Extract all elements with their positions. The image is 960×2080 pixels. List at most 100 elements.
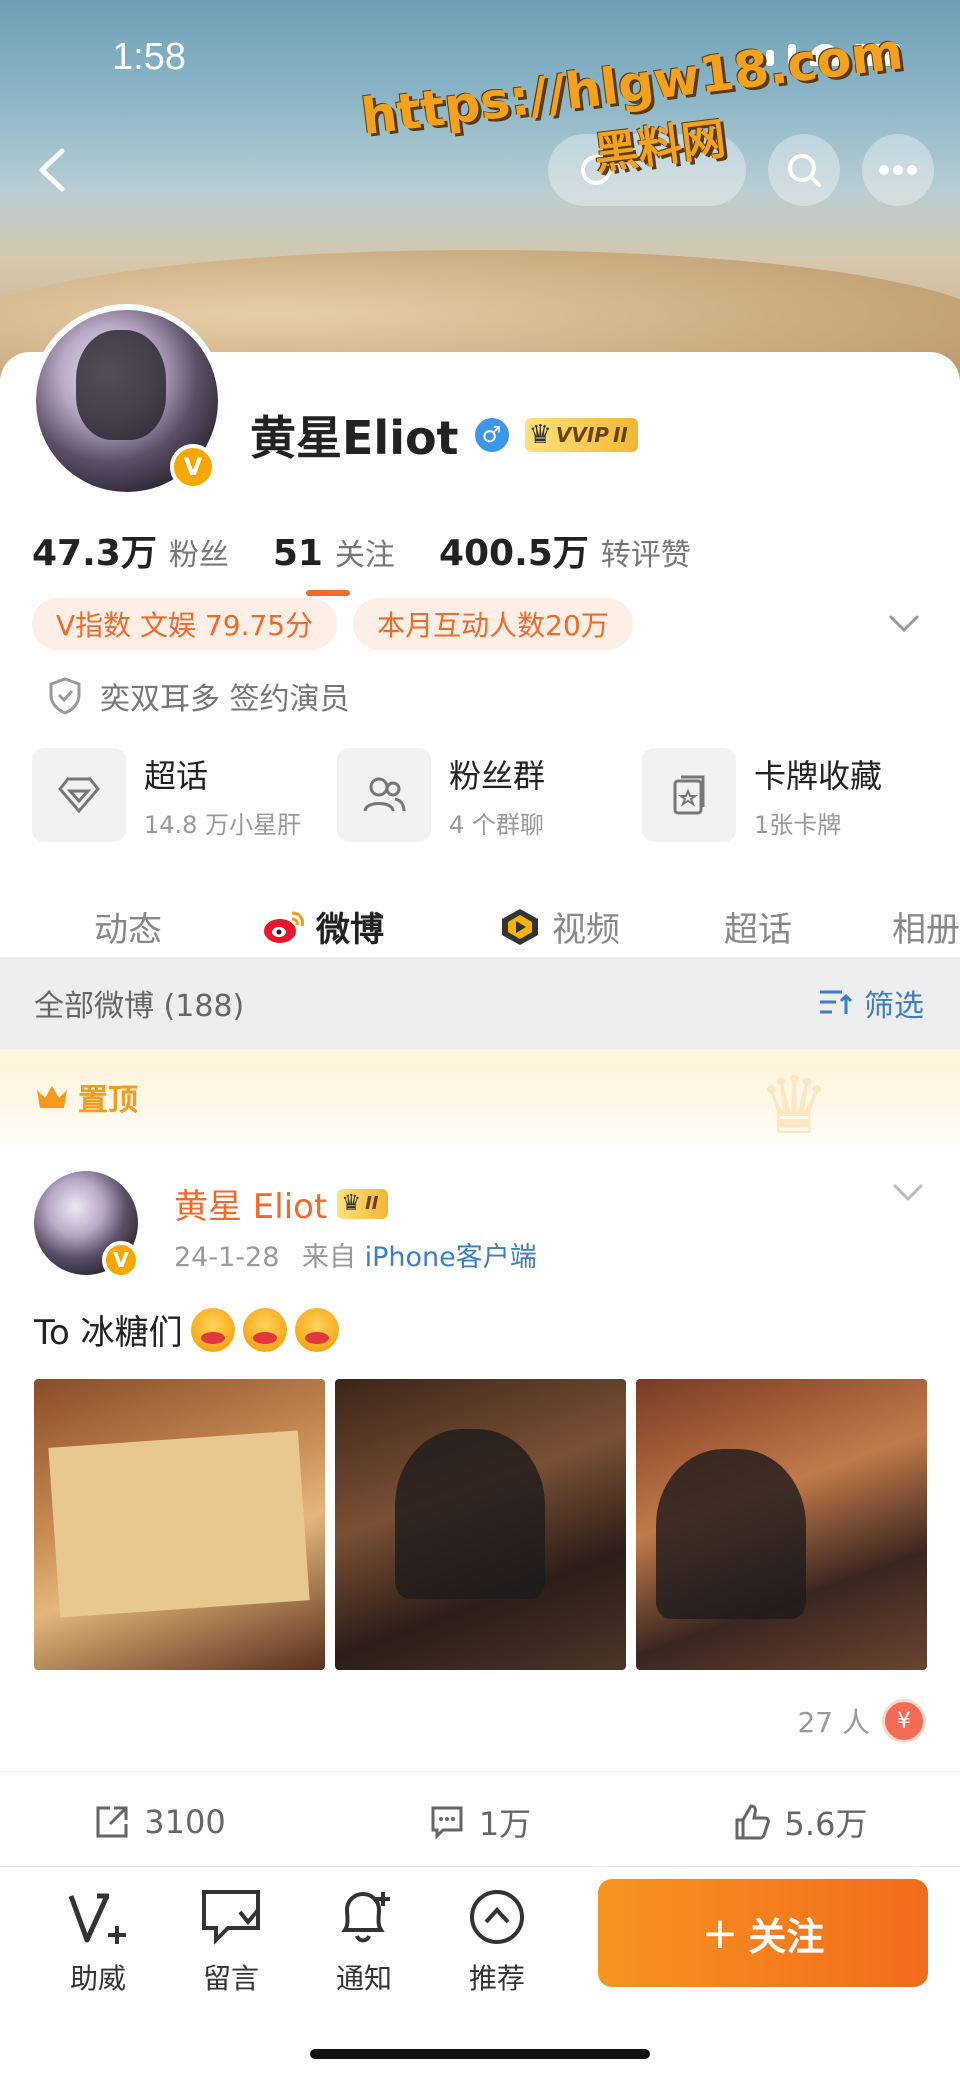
home-indicator	[310, 2049, 650, 2059]
post-vip-level: II	[365, 1193, 379, 1214]
photo-letter-paper	[48, 1430, 310, 1618]
expand-profile-button[interactable]	[888, 614, 920, 638]
crown-icon: ♛	[528, 420, 552, 450]
follow-button[interactable]: + 关注	[598, 1879, 928, 1987]
verified-v-icon: V	[170, 444, 216, 490]
profile-tags: V指数 文娱 79.75分 本月互动人数20万	[32, 598, 633, 650]
tab-label: 微博	[316, 910, 384, 950]
comment-button[interactable]: 1万	[320, 1772, 640, 1871]
tab-activity[interactable]: 动态	[94, 902, 162, 951]
shortcut-title: 粉丝群	[449, 756, 546, 795]
stat-following[interactable]: 51 关注	[273, 530, 395, 574]
pinned-section-header: 置顶 ♛	[0, 1049, 960, 1159]
vip-level: II	[612, 423, 628, 447]
chevron-left-icon	[39, 148, 65, 192]
pinned-label: 置顶	[34, 1075, 138, 1119]
post-photo[interactable]	[34, 1379, 325, 1670]
monthly-interaction-tag[interactable]: 本月互动人数20万	[353, 598, 633, 650]
post-body: To 冰糖们	[34, 1305, 339, 1354]
shortcut-subtitle: 14.8 万小星肝	[144, 810, 302, 839]
vip-label: VVIP	[555, 423, 609, 447]
post-photo[interactable]	[636, 1379, 927, 1670]
reward-count: 27 人	[797, 1706, 870, 1739]
post-source[interactable]: iPhone客户端	[365, 1242, 537, 1273]
back-button[interactable]	[22, 140, 82, 200]
message-button[interactable]: 留言	[181, 1885, 281, 1997]
crown-decoration-icon: ♛	[758, 1059, 830, 1152]
recommend-button[interactable]: 推荐	[447, 1885, 547, 1997]
certification-row: 奕双耳多 签约演员	[48, 674, 350, 718]
video-play-icon	[502, 908, 538, 945]
status-bar-time: 1:58	[112, 36, 186, 78]
stat-number: 51	[272, 533, 323, 574]
tab-super-topic[interactable]: 超话	[724, 902, 792, 951]
bottom-toolbar: 助威 留言 通知 推荐 + 关注	[0, 1866, 960, 2080]
super-topic-icon	[32, 748, 126, 842]
like-count: 5.6万	[784, 1804, 868, 1843]
photo-person-silhouette	[656, 1449, 806, 1619]
repost-icon	[96, 1806, 128, 1837]
stat-interactions[interactable]: 400.5万 转评赞	[439, 524, 691, 576]
chevron-down-icon	[893, 1184, 923, 1202]
kiss-emoji-icon	[294, 1307, 339, 1352]
shortcut-title: 超话	[144, 756, 209, 795]
tab-label: 视频	[552, 910, 620, 950]
profile-stats: 47.3万 粉丝 51 关注 400.5万 转评赞	[32, 524, 735, 576]
repost-button[interactable]: 3100	[0, 1772, 320, 1871]
kiss-emoji-icon	[190, 1307, 235, 1352]
follow-label: 关注	[748, 1914, 825, 1959]
pinned-text: 置顶	[78, 1083, 138, 1118]
post-vip-badge: ♛ II	[337, 1188, 389, 1219]
male-gender-icon: ♂	[474, 418, 509, 452]
stat-label: 关注	[334, 538, 395, 573]
reward-row[interactable]: 27 人 ¥	[797, 1699, 926, 1743]
post-text: To 冰糖们	[34, 1313, 183, 1353]
stat-label: 粉丝	[168, 538, 229, 573]
fan-group-icon	[337, 748, 431, 842]
like-button[interactable]: 5.6万	[640, 1772, 960, 1871]
shortcut-card-collection[interactable]: 卡牌收藏 1张卡牌	[642, 748, 932, 842]
post-menu-button[interactable]	[892, 1183, 924, 1207]
tab-video[interactable]: 视频	[498, 902, 620, 951]
shortcut-super-topic[interactable]: 超话 14.8 万小星肝	[32, 748, 322, 842]
notify-label: 通知	[335, 1962, 392, 1995]
tab-album[interactable]: 相册	[892, 902, 960, 951]
message-icon	[199, 1885, 263, 1949]
post-meta: 24-1-28 来自 iPhone客户端	[174, 1235, 537, 1274]
v-index-tag[interactable]: V指数 文娱 79.75分	[32, 598, 338, 650]
stat-followers[interactable]: 47.3万 粉丝	[32, 524, 229, 576]
chevron-up-circle-icon	[465, 1885, 529, 1949]
photo-person-silhouette	[395, 1429, 545, 1599]
profile-tabs: 动态 微博 视频 超话 相册	[0, 872, 960, 962]
post-author-name[interactable]: 黄星 Eliot	[174, 1179, 327, 1228]
repost-count: 3100	[144, 1802, 226, 1841]
profile-name-row: 黄星Eliot ♂ ♛ VVIP II	[250, 402, 638, 468]
chevron-down-icon	[889, 615, 919, 633]
shortcut-fan-group[interactable]: 粉丝群 4 个群聊	[337, 748, 627, 842]
message-label: 留言	[202, 1962, 259, 1995]
filter-label: 筛选	[864, 989, 924, 1024]
stat-number: 400.5万	[438, 533, 589, 574]
active-tab-indicator	[306, 590, 350, 596]
all-posts-count: 全部微博 (188)	[34, 989, 245, 1024]
shield-icon	[49, 677, 81, 715]
profile-card: V 黄星Eliot ♂ ♛ VVIP II 47.3万 粉丝 51 关注 400…	[0, 304, 960, 957]
reward-yen-icon: ¥	[882, 1699, 926, 1743]
thumbs-up-icon	[735, 1803, 770, 1839]
filter-button[interactable]: 筛选	[818, 981, 924, 1025]
feed-filter-bar: 全部微博 (188) 筛选	[0, 957, 960, 1049]
notify-button[interactable]: 通知	[314, 1885, 414, 1997]
recommend-label: 推荐	[468, 1962, 525, 1995]
cheer-label: 助威	[69, 1962, 126, 1995]
profile-name: 黄星Eliot	[250, 411, 459, 465]
post-photo[interactable]	[335, 1379, 626, 1670]
post-source-prefix: 来自	[301, 1242, 356, 1273]
tab-weibo[interactable]: 微博	[262, 902, 384, 951]
certification-text: 奕双耳多 签约演员	[100, 682, 350, 717]
profile-avatar[interactable]: V	[30, 304, 224, 498]
cheer-button[interactable]: 助威	[48, 1885, 148, 1997]
post-action-bar: 3100 1万 5.6万	[0, 1771, 960, 1871]
stat-number: 47.3万	[32, 533, 157, 574]
vip-badge[interactable]: ♛ VVIP II	[524, 418, 638, 452]
comment-icon	[431, 1806, 463, 1840]
